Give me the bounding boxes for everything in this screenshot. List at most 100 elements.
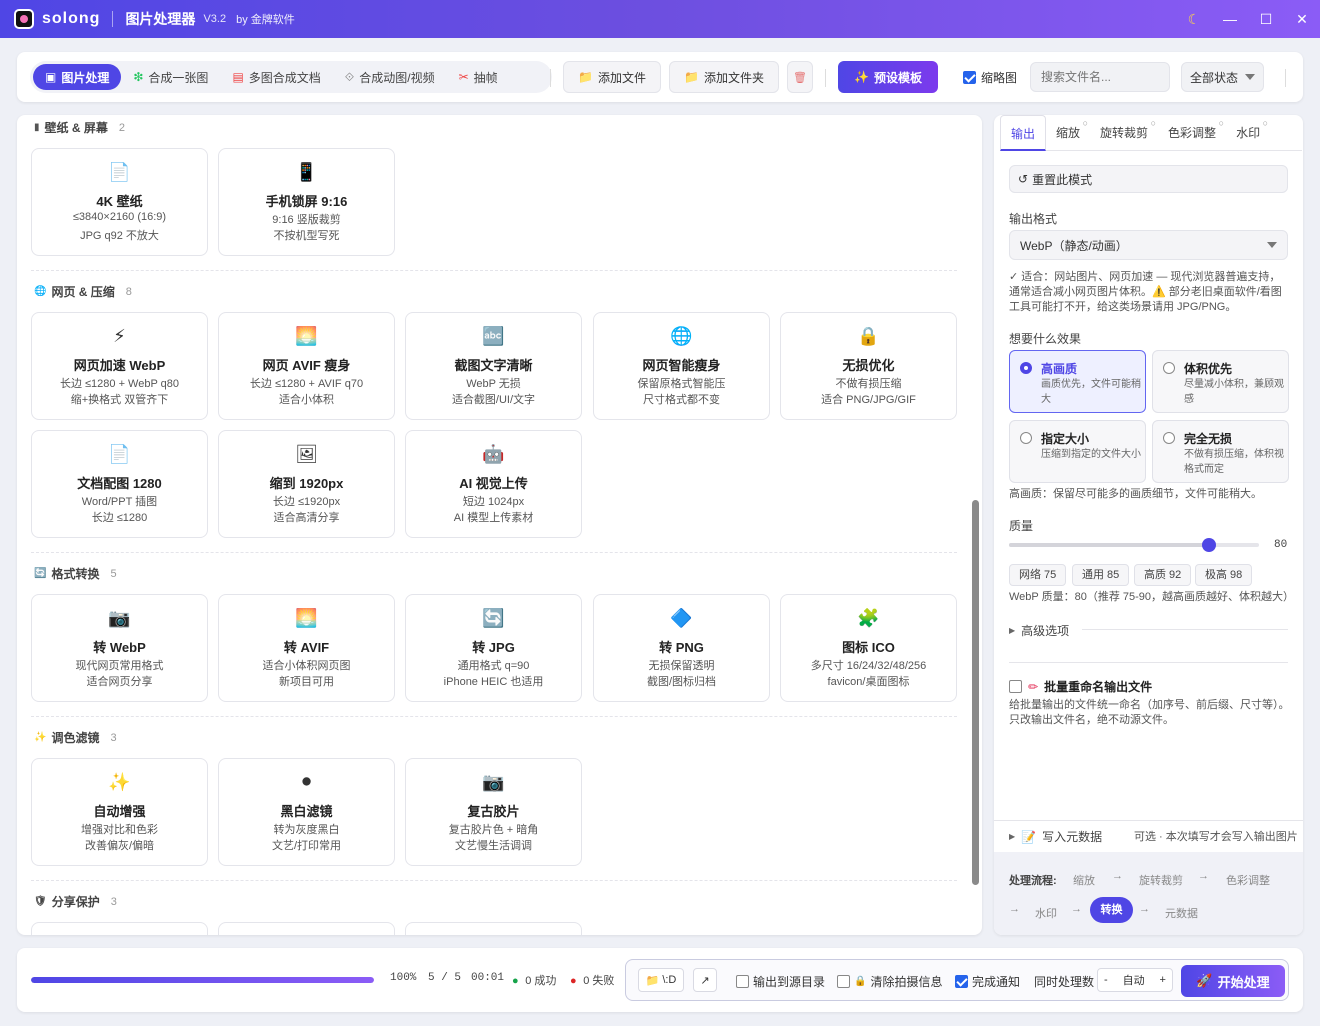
- metadata-toggle[interactable]: ▶ 📝 写入元数据: [1009, 828, 1102, 845]
- option-title: 完全无损: [1184, 432, 1233, 446]
- preset-card[interactable]: 🌐 网页智能瘦身 保留原格式智能压 尺寸格式都不变: [593, 312, 770, 420]
- mode-tab-merge-doc[interactable]: ▤ 多图合成文档: [220, 64, 332, 90]
- section-header: 🌐 网页 & 压缩 8: [34, 283, 132, 300]
- external-link-icon: ↗: [700, 974, 710, 987]
- option-high-quality[interactable]: 高画质 画质优先，文件可能稍大: [1009, 350, 1146, 413]
- card-desc: 短边 1024px: [462, 496, 525, 508]
- tab-output[interactable]: 输出: [1000, 115, 1047, 151]
- radio-button[interactable]: [1163, 432, 1175, 444]
- preset-card[interactable]: 🌅 转 AVIF 适合小体积网页图 新项目可用: [218, 594, 395, 702]
- radio-button[interactable]: [1163, 362, 1175, 374]
- batch-rename-toggle[interactable]: ✏ 批量重命名输出文件: [1009, 678, 1152, 695]
- preset-card[interactable]: 🔒 无损优化 不做有损压缩 适合 PNG/JPG/GIF: [780, 312, 957, 420]
- notify-checkbox[interactable]: [955, 974, 968, 988]
- preset-card[interactable]: 🧩 图标 ICO 多尺寸 16/24/32/48/256 favicon/桌面图标: [780, 594, 957, 702]
- clear-exif-toggle[interactable]: 🔒 清除拍摄信息: [837, 970, 942, 992]
- status-filter-select[interactable]: 全部状态: [1181, 62, 1264, 92]
- tab-resize[interactable]: 缩放 ○: [1046, 115, 1090, 151]
- decrement-button[interactable]: -: [1104, 974, 1108, 986]
- delete-button[interactable]: 🗑: [787, 61, 813, 93]
- tab-label: 水印: [1236, 125, 1261, 140]
- option-lossless[interactable]: 完全无损 不做有损压缩，体积视格式而定: [1152, 420, 1289, 483]
- card-desc: 文艺/打印常用: [271, 840, 342, 852]
- preset-card[interactable]: 🔷 转 PNG 无损保留透明 截图/图标归档: [593, 594, 770, 702]
- add-folder-button[interactable]: 📁 添加文件夹: [669, 61, 779, 93]
- open-output-button[interactable]: ↗: [693, 968, 717, 992]
- quality-preset-button[interactable]: 高质 92: [1134, 564, 1192, 586]
- preset-card[interactable]: [405, 922, 582, 935]
- preset-card[interactable]: 🌅 网页 AVIF 瘦身 长边 ≤1280 + AVIF q70 适合小体积: [218, 312, 395, 420]
- quality-preset-button[interactable]: 网络 75: [1009, 564, 1067, 586]
- maximize-button[interactable]: ☐: [1248, 11, 1284, 28]
- increment-button[interactable]: +: [1160, 974, 1166, 986]
- card-title: 4K 壁纸: [96, 194, 143, 209]
- tab-color[interactable]: 色彩调整 ○: [1158, 115, 1226, 151]
- sparkle-icon: ✨: [854, 70, 869, 84]
- mode-tab-merge-one[interactable]: ❇ 合成一张图: [121, 64, 220, 90]
- thumbnail-checkbox[interactable]: [963, 71, 976, 84]
- quality-slider[interactable]: [1009, 538, 1259, 552]
- quality-slider-knob[interactable]: [1202, 538, 1216, 552]
- quality-preset-button[interactable]: 极高 98: [1195, 564, 1253, 586]
- mode-tab-image-process[interactable]: ▣ 图片处理: [33, 64, 122, 90]
- output-path-button[interactable]: 📁 \:D: [638, 968, 684, 992]
- output-format-select[interactable]: WebP（静态/动画）: [1009, 230, 1288, 260]
- concurrency-label: 同时处理数: [1034, 974, 1095, 989]
- option-desc: 尽量减小体积，兼顾观感: [1184, 379, 1284, 405]
- card-desc: 适合网页分享: [86, 676, 153, 688]
- advanced-options-toggle[interactable]: ▶ 高级选项: [1009, 622, 1069, 639]
- preset-card[interactable]: 🔤 截图文字清晰 WebP 无损 适合截图/UI/文字: [405, 312, 582, 420]
- preset-card[interactable]: 🤖 AI 视觉上传 短边 1024px AI 模型上传素材: [405, 430, 582, 538]
- preset-card[interactable]: 🔄 转 JPG 通用格式 q=90 iPhone HEIC 也适用: [405, 594, 582, 702]
- radio-button[interactable]: [1020, 362, 1032, 374]
- advanced-divider: [1082, 629, 1288, 630]
- preset-card[interactable]: ⚡ 网页加速 WebP 长边 ≤1280 + WebP q80 缩+换格式 双管齐下: [31, 312, 208, 420]
- preset-card[interactable]: ✨ 自动增强 增强对比和色彩 改善偏灰/偏暗: [31, 758, 208, 866]
- batch-rename-checkbox[interactable]: [1009, 680, 1022, 693]
- preset-template-button[interactable]: ✨ 预设模板: [838, 61, 938, 93]
- option-size-first[interactable]: 体积优先 尽量减小体积，兼顾观感: [1152, 350, 1289, 413]
- sparkle-icon: ✨: [108, 772, 131, 792]
- preset-card[interactable]: 📄 4K 壁纸 ≤3840×2160 (16:9) JPG q92 不放大: [31, 148, 208, 256]
- preset-card[interactable]: 📄 文档配图 1280 Word/PPT 插图 长边 ≤1280: [31, 430, 208, 538]
- preset-card[interactable]: 📱 手机锁屏 9:16 9:16 竖版裁剪 不按机型写死: [218, 148, 395, 256]
- close-button[interactable]: ✕: [1284, 11, 1320, 28]
- card-title: 转 WebP: [93, 640, 146, 655]
- preset-card[interactable]: 📷 转 WebP 现代网页常用格式 适合网页分享: [31, 594, 208, 702]
- notify-toggle[interactable]: 完成通知: [955, 970, 1020, 992]
- card-desc: ≤3840×2160 (16:9): [72, 211, 167, 223]
- tab-watermark[interactable]: 水印 ○: [1226, 115, 1270, 151]
- mode-tab-extract-frames[interactable]: ✂ 抽帧: [447, 64, 510, 90]
- preset-card[interactable]: 🖼 缩到 1920px 长边 ≤1920px 适合高清分享: [218, 430, 395, 538]
- arrow-right-icon: →: [1112, 870, 1123, 882]
- start-process-button[interactable]: 🚀 开始处理: [1181, 965, 1285, 997]
- card-title: 缩到 1920px: [269, 476, 344, 491]
- search-input[interactable]: [1030, 62, 1170, 92]
- flow-label: 处理流程:: [1009, 875, 1057, 887]
- preset-card[interactable]: [218, 922, 395, 935]
- radio-button[interactable]: [1020, 432, 1032, 444]
- card-desc: 9:16 竖版裁剪: [272, 214, 341, 226]
- quality-preset-button[interactable]: 通用 85: [1072, 564, 1130, 586]
- option-target-size[interactable]: 指定大小 压缩到指定的文件大小: [1009, 420, 1146, 483]
- output-to-source-checkbox[interactable]: [736, 974, 749, 988]
- reset-mode-button[interactable]: ↺ 重置此模式: [1009, 165, 1288, 193]
- output-to-source-toggle[interactable]: 输出到源目录: [736, 970, 825, 992]
- puzzle-icon: 🧩: [857, 608, 880, 628]
- thumbnail-toggle[interactable]: 缩略图: [963, 69, 1017, 86]
- mode-tab-merge-gif[interactable]: ⟐ 合成动图/视频: [333, 64, 447, 90]
- clear-exif-checkbox[interactable]: [837, 974, 850, 988]
- tab-rotate-crop[interactable]: 旋转裁剪 ○: [1090, 115, 1158, 151]
- preset-card[interactable]: [31, 922, 208, 935]
- concurrency-stepper[interactable]: - 自动 +: [1097, 968, 1173, 992]
- section-count: 2: [118, 121, 125, 134]
- preset-card[interactable]: ⚫ 黑白滤镜 转为灰度黑白 文艺/打印常用: [218, 758, 395, 866]
- preset-label: 预设模板: [873, 70, 922, 85]
- scrollbar-thumb[interactable]: [972, 500, 979, 885]
- minimize-button[interactable]: —: [1212, 11, 1248, 27]
- add-file-button[interactable]: 📁 添加文件: [563, 61, 661, 93]
- theme-toggle-icon[interactable]: ☾: [1176, 11, 1212, 28]
- tab-label: 旋转裁剪: [1100, 125, 1149, 140]
- preset-card[interactable]: 📷 复古胶片 复古胶片色 + 暗角 文艺慢生活调调: [405, 758, 582, 866]
- advanced-label: 高级选项: [1021, 624, 1070, 638]
